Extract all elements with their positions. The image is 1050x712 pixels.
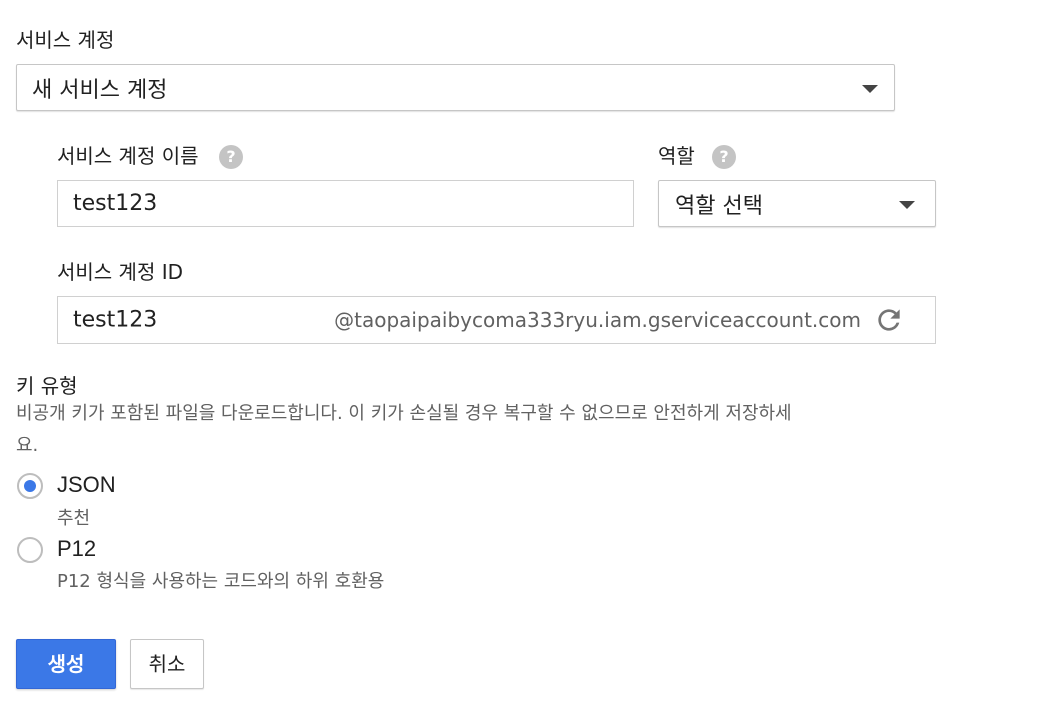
role-select-value: 역할 선택 [675, 193, 763, 219]
chevron-down-icon [862, 85, 878, 93]
account-id-domain: @taopaipaibycoma333ryu.iam.gserviceaccou… [334, 308, 861, 332]
account-id-value: test123 [73, 307, 158, 333]
key-type-description-line: 요. [16, 435, 39, 456]
key-type-label: 키 유형 [16, 374, 78, 398]
role-select[interactable]: 역할 선택 [658, 180, 936, 227]
account-id-field[interactable]: test123 @taopaipaibycoma333ryu.iam.gserv… [57, 296, 936, 344]
create-button[interactable]: 생성 [16, 639, 116, 689]
json-option-label[interactable]: JSON [57, 472, 116, 498]
json-option-sub: 추천 [57, 508, 91, 529]
help-icon[interactable]: ? [219, 145, 243, 169]
account-name-label: 서비스 계정 이름 [57, 144, 199, 168]
key-type-description: 비공개 키가 포함된 파일을 다운로드합니다. 이 키가 손실될 경우 복구할 … [16, 398, 792, 462]
help-icon[interactable]: ? [712, 145, 736, 169]
refresh-icon[interactable] [873, 304, 905, 336]
chevron-down-icon [899, 201, 915, 209]
service-account-label: 서비스 계정 [16, 28, 115, 52]
account-name-input[interactable] [57, 180, 634, 227]
key-type-description-line: 비공개 키가 포함된 파일을 다운로드합니다. 이 키가 손실될 경우 복구할 … [16, 403, 792, 424]
role-label: 역할 [658, 144, 695, 168]
cancel-button[interactable]: 취소 [130, 639, 204, 689]
p12-option-sub: P12 형식을 사용하는 코드와의 하위 호환용 [57, 571, 385, 592]
service-account-select-value: 새 서비스 계정 [32, 77, 168, 103]
json-radio[interactable] [17, 473, 43, 499]
p12-radio[interactable] [17, 537, 43, 563]
p12-option-label[interactable]: P12 [57, 536, 96, 562]
account-id-label: 서비스 계정 ID [57, 260, 184, 284]
service-account-select[interactable]: 새 서비스 계정 [16, 64, 895, 111]
